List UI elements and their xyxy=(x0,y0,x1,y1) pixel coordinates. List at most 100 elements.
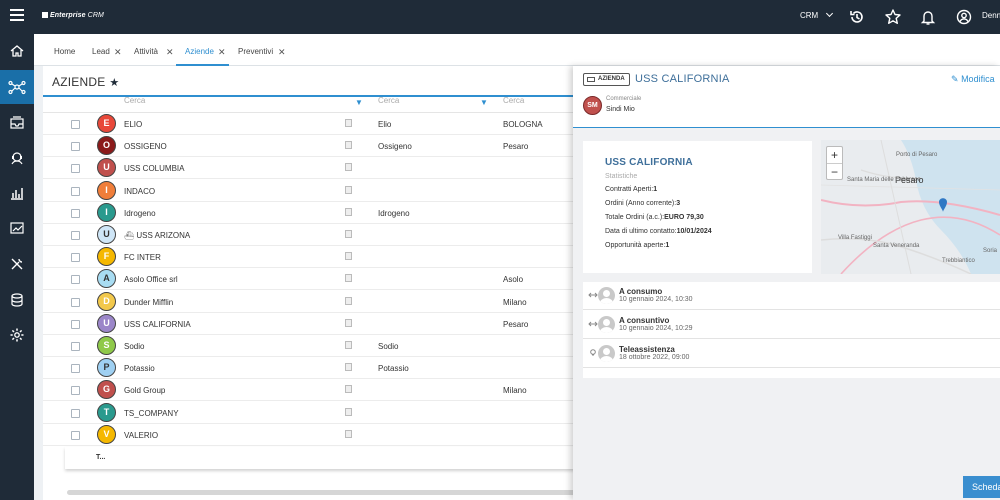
table-row[interactable]: F FC INTER xyxy=(43,246,573,269)
table-row[interactable]: P Potassio Potassio xyxy=(43,357,573,380)
document-icon[interactable] xyxy=(345,252,352,261)
hamburger-menu-icon[interactable] xyxy=(10,9,24,23)
row-checkbox[interactable] xyxy=(71,319,80,329)
company-name[interactable]: TS_COMPANY xyxy=(124,409,179,418)
row-checkbox[interactable] xyxy=(71,120,80,129)
table-row[interactable]: D Dunder Mifflin Milano xyxy=(43,291,573,313)
filter-input-col2[interactable]: Cerca xyxy=(378,97,488,112)
nav-tools[interactable] xyxy=(0,247,34,281)
row-checkbox[interactable] xyxy=(71,208,80,218)
table-row[interactable]: T TS_COMPANY xyxy=(43,402,573,424)
document-icon[interactable] xyxy=(345,407,352,416)
company-name[interactable]: Potassio xyxy=(124,364,155,373)
favorite-star-icon[interactable]: ★ xyxy=(109,77,119,89)
nav-database[interactable] xyxy=(0,283,34,317)
close-tab-icon[interactable]: ✕ xyxy=(114,34,122,70)
table-row[interactable]: U ⛴ USS ARIZONA xyxy=(43,224,573,246)
document-icon[interactable] xyxy=(345,363,352,372)
activity-item[interactable]: A consumo 10 gennaio 2024, 10:30 xyxy=(583,282,1000,310)
document-icon[interactable] xyxy=(345,119,352,127)
row-checkbox[interactable] xyxy=(71,275,80,285)
company-name[interactable]: FC INTER xyxy=(124,253,161,262)
table-row[interactable]: G Gold Group Milano xyxy=(43,379,573,402)
nav-reports[interactable] xyxy=(0,176,34,210)
row-checkbox[interactable] xyxy=(71,430,80,440)
edit-button[interactable]: ✎ Modifica xyxy=(951,74,995,85)
filter-input-name[interactable]: Cerca xyxy=(124,97,354,112)
company-name[interactable]: ⛴ USS ARIZONA xyxy=(124,231,190,240)
nav-sales[interactable] xyxy=(0,211,34,245)
table-row[interactable]: E ELIO Elio BOLOGNA xyxy=(43,113,573,135)
zoom-out-button[interactable]: − xyxy=(827,163,842,179)
nav-home[interactable] xyxy=(0,34,34,68)
table-row[interactable]: I Idrogeno Idrogeno xyxy=(43,202,573,224)
close-tab-icon[interactable]: ✕ xyxy=(218,34,226,70)
document-icon[interactable] xyxy=(345,163,352,172)
document-icon[interactable] xyxy=(345,385,352,394)
history-icon[interactable] xyxy=(848,8,866,26)
row-checkbox[interactable] xyxy=(71,253,80,263)
company-name[interactable]: Idrogeno xyxy=(124,209,156,218)
document-icon[interactable] xyxy=(345,207,352,216)
row-checkbox[interactable] xyxy=(71,164,80,174)
document-icon[interactable] xyxy=(345,296,352,305)
activity-item[interactable]: Teleassistenza 18 ottobre 2022, 09:00 xyxy=(583,340,1000,368)
tab-home[interactable]: Home xyxy=(54,34,75,66)
favorites-star-icon[interactable] xyxy=(884,8,902,26)
table-row[interactable]: U USS COLUMBIA xyxy=(43,157,573,180)
filter-input-col3[interactable]: Cerca xyxy=(503,97,573,112)
table-row[interactable]: A Asolo Office srl Asolo xyxy=(43,268,573,291)
nav-support[interactable] xyxy=(0,141,34,175)
tab-preventivi[interactable]: Preventivi ✕ xyxy=(238,34,286,66)
nav-network[interactable] xyxy=(0,70,34,104)
tab-lead[interactable]: Lead ✕ xyxy=(92,34,122,66)
table-row[interactable]: O OSSIGENO Ossigeno Pesaro xyxy=(43,135,573,158)
company-name[interactable]: INDACO xyxy=(124,187,155,196)
table-row[interactable]: V VALERIO xyxy=(43,424,573,446)
row-checkbox[interactable] xyxy=(71,297,80,307)
filter-funnel-icon[interactable]: ▼ xyxy=(355,98,363,107)
company-name[interactable]: Sodio xyxy=(124,342,144,351)
document-icon[interactable] xyxy=(345,141,352,150)
document-icon[interactable] xyxy=(345,429,352,438)
company-name[interactable]: VALERIO xyxy=(124,431,158,440)
row-checkbox[interactable] xyxy=(71,142,80,152)
document-icon[interactable] xyxy=(345,318,352,327)
document-icon[interactable] xyxy=(345,230,352,238)
company-name[interactable]: Asolo Office srl xyxy=(124,275,178,284)
close-tab-icon[interactable]: ✕ xyxy=(278,34,286,70)
row-checkbox[interactable] xyxy=(71,231,80,240)
filter-funnel-icon[interactable]: ▼ xyxy=(480,98,488,107)
zoom-in-button[interactable]: + xyxy=(827,147,842,163)
document-icon[interactable] xyxy=(345,185,352,194)
table-row[interactable]: U USS CALIFORNIA Pesaro xyxy=(43,313,573,335)
activity-item[interactable]: A consuntivo 10 gennaio 2024, 10:29 xyxy=(583,311,1000,339)
module-selector[interactable]: CRM xyxy=(800,9,834,20)
row-checkbox[interactable] xyxy=(71,408,80,418)
row-checkbox[interactable] xyxy=(71,186,80,196)
row-checkbox[interactable] xyxy=(71,364,80,374)
company-name[interactable]: USS COLUMBIA xyxy=(124,164,184,173)
table-row[interactable]: I INDACO xyxy=(43,180,573,202)
user-name[interactable]: Denn xyxy=(982,11,1000,20)
scheda-button[interactable]: Scheda xyxy=(963,476,1000,498)
nav-inbox[interactable] xyxy=(0,106,34,140)
company-name[interactable]: ELIO xyxy=(124,120,142,129)
notifications-bell-icon[interactable] xyxy=(919,8,937,26)
tab-attivita[interactable]: Attività ✕ xyxy=(134,34,174,66)
close-tab-icon[interactable]: ✕ xyxy=(166,34,174,70)
horizontal-scrollbar[interactable] xyxy=(67,490,583,495)
row-checkbox[interactable] xyxy=(71,386,80,396)
row-checkbox[interactable] xyxy=(71,342,80,351)
company-name[interactable]: USS CALIFORNIA xyxy=(124,320,191,329)
user-account-icon[interactable] xyxy=(955,8,973,26)
location-map[interactable]: + − Pesaro Porto di Pesaro Santa Maria d… xyxy=(821,140,1000,274)
table-row[interactable]: S Sodio Sodio xyxy=(43,335,573,357)
document-icon[interactable] xyxy=(345,341,352,349)
document-icon[interactable] xyxy=(345,274,352,283)
company-name[interactable]: Gold Group xyxy=(124,386,165,395)
tab-aziende[interactable]: Aziende ✕ xyxy=(176,34,229,66)
company-name[interactable]: Dunder Mifflin xyxy=(124,298,173,307)
nav-settings[interactable] xyxy=(0,318,34,352)
company-name[interactable]: OSSIGENO xyxy=(124,142,167,151)
